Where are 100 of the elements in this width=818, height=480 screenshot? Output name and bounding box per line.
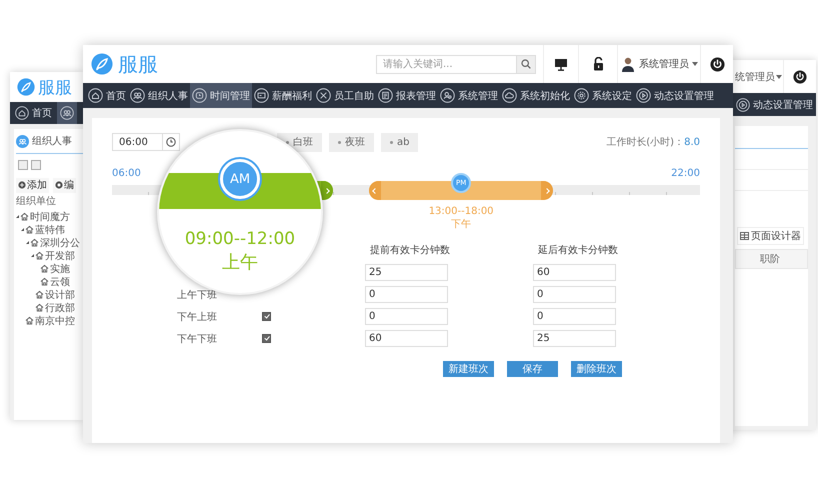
person-icon [440,88,455,103]
work-hours-label: 工作时长(小时)： [606,136,684,149]
padlock-icon[interactable] [592,57,604,71]
monitor-icon[interactable] [554,58,568,70]
building-icon [35,290,44,299]
search-field[interactable]: 请输入关键词... [376,54,517,74]
power-icon[interactable] [793,70,807,84]
nav-tab[interactable]: 系统管理 [438,83,500,108]
search-icon[interactable] [521,59,531,69]
expander-icon[interactable] [26,241,29,244]
caret-icon [776,74,782,78]
cloud-icon [502,88,517,103]
document-icon [378,88,393,103]
nav-tab[interactable]: 系统初始化 [500,83,572,108]
nav-tab[interactable]: 组织人事 [128,83,190,108]
logo-icon [91,53,113,75]
expander-icon[interactable] [21,228,24,231]
nav-tab[interactable]: 薪酬福利 [252,83,314,108]
people-icon [130,88,145,103]
house-icon [15,106,29,120]
nav-tab[interactable]: 报表管理 [376,83,438,108]
row-label: 下午上班 [177,310,218,324]
shift-tag[interactable]: 夜班 [329,132,374,152]
building-icon [25,316,34,325]
caret-icon [692,62,698,66]
logo-icon [17,78,35,96]
card-icon [254,88,269,103]
building-icon [35,303,44,312]
minutes-input[interactable]: 0 [533,286,616,303]
logo-text: 服服 [38,76,72,98]
drag-handle[interactable] [320,181,332,200]
minutes-input[interactable]: 25 [533,330,616,347]
section-label: 组织单位 [16,194,57,209]
segment-time: 09:00--12:00 [184,229,296,249]
nav-tab[interactable]: 系统设定 [572,83,634,108]
timeline-start-label: 06:00 [112,168,141,181]
nav-tab[interactable]: 首页 [86,83,128,108]
minutes-input[interactable]: 0 [533,308,616,325]
segment-time: 13:00--18:00 [428,205,494,218]
row-label: 下午下班 [177,332,218,346]
checkbox[interactable] [262,334,271,343]
minutes-input[interactable]: 0 [365,286,448,303]
building-icon [40,264,49,273]
tools-icon [316,88,331,103]
panel-title: 组织人事 [32,134,72,148]
timeline-end-label: 22:00 [671,168,700,181]
gear-icon [55,181,63,189]
power-icon[interactable] [710,56,724,72]
house-icon [88,88,103,103]
shift-tag[interactable]: ab [381,132,418,152]
tree-item[interactable]: 开发部 [45,248,75,262]
building-icon [25,225,34,234]
building-icon [40,277,49,286]
segment-period: 下午 [450,218,472,231]
nav-tab[interactable]: 员工自助 [314,83,376,108]
expander-icon[interactable] [31,254,34,257]
building-icon [35,251,44,260]
action-button[interactable]: 添加 [16,178,49,192]
drag-handle[interactable] [541,181,553,200]
building-icon [30,238,39,247]
people-icon [60,106,74,120]
avatar-icon [620,56,636,72]
drag-handle[interactable] [369,181,382,200]
checkbox[interactable] [262,312,271,321]
gear-icon [574,88,589,103]
tree-item[interactable]: 蓝特伟 [35,222,65,236]
minutes-input[interactable]: 25 [365,264,448,281]
time-segment[interactable] [369,181,553,200]
tree-item[interactable]: 实施 [50,262,70,276]
tree-item[interactable]: 行政部 [45,300,75,314]
tree-item[interactable]: 云领 [50,274,70,288]
play-icon [636,88,651,103]
page-designer-button[interactable]: 页面设计器 [737,227,804,245]
plus-circle-icon [18,181,26,189]
logo-text: 服服 [118,50,158,78]
minutes-input[interactable]: 60 [533,264,616,281]
minutes-input[interactable]: 60 [365,330,448,347]
play-icon [736,98,750,112]
grid-icon [740,232,749,240]
tree-item[interactable]: 南京中控 [35,314,75,328]
segment-period: 上午 [222,251,258,274]
user-menu[interactable]: 系统管理员 [620,56,698,72]
alarm-badge: AM [220,159,260,199]
column-header: 延后有效卡分钟数 [537,244,616,258]
column-header: 职阶 [735,249,808,269]
tree-item[interactable]: 时间魔方 [30,210,70,224]
clock-icon [192,88,207,103]
expander-icon[interactable] [16,215,19,218]
minutes-input[interactable]: 0 [365,308,448,325]
clock-icon[interactable] [166,137,176,147]
tree-item[interactable]: 设计部 [45,288,75,302]
time-field[interactable]: 06:00 [112,133,163,151]
action-button[interactable]: 编 [53,178,76,192]
building-icon [20,212,29,221]
nav-tab[interactable]: 动态设置管理 [634,83,716,108]
column-header: 提前有效卡分钟数 [369,244,451,258]
work-hours-value: 8.0 [684,136,700,148]
row-label: 上午下班 [177,288,218,302]
nav-tab[interactable]: 时间管理 [190,83,252,108]
tree-item[interactable]: 深圳分公 [40,236,80,250]
